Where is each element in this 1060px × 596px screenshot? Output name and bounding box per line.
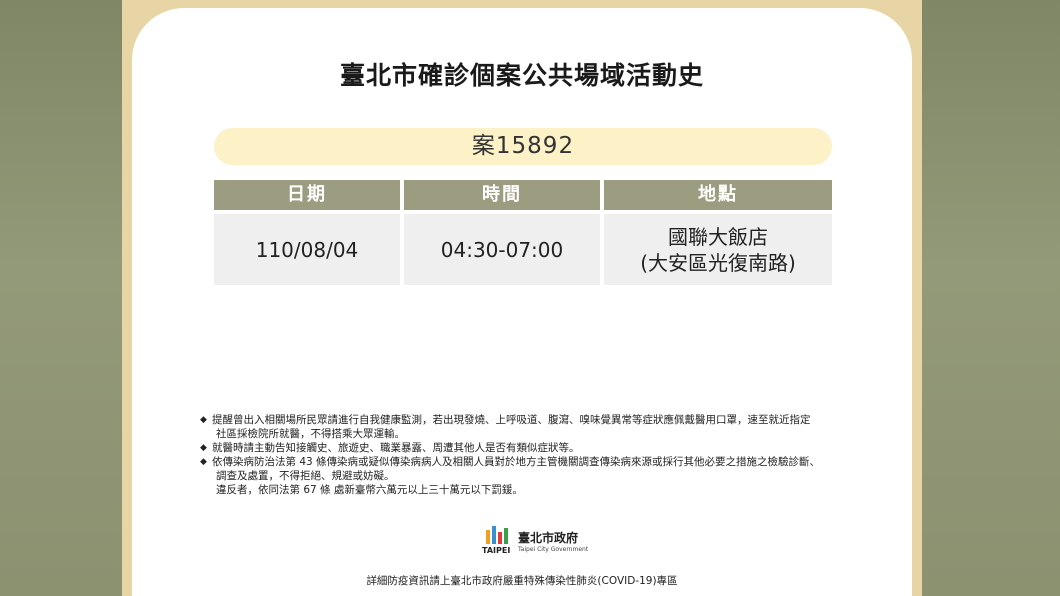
- background-right: [920, 0, 1060, 596]
- cell-place: 國聯大飯店 (大安區光復南路): [604, 214, 832, 285]
- place-name: 國聯大飯店: [668, 224, 768, 249]
- diamond-icon: ◆: [200, 415, 207, 425]
- header-place: 地點: [604, 180, 832, 210]
- activity-table: 日期 時間 地點 110/08/04 04:30-07:00 國聯大飯店 (大安…: [214, 180, 832, 285]
- notice-item: ◆ 就醫時請主動告知接觸史、旅遊史、職業暴露、周遭其他人是否有類似症狀等。: [200, 442, 580, 454]
- cell-date: 110/08/04: [214, 214, 400, 285]
- page-title: 臺北市確診個案公共場域活動史: [339, 61, 704, 90]
- place-district: (大安區光復南路): [640, 250, 796, 275]
- logo-mark-text: TAIPEI: [482, 546, 511, 555]
- notice-item: ◆ 依傳染病防治法第 43 條傳染病或疑似傳染病病人及相關人員對於地方主管機關調…: [200, 456, 821, 468]
- logo-name-zh: 臺北市政府: [518, 531, 579, 545]
- diamond-icon: ◆: [200, 457, 207, 467]
- taipei-city-logo: TAIPEI 臺北市政府 Taipei City Government: [482, 523, 588, 559]
- taipei-logo-icon: TAIPEI: [482, 524, 514, 558]
- cell-time: 04:30-07:00: [404, 214, 600, 285]
- header-date: 日期: [214, 180, 400, 210]
- header-time: 時間: [404, 180, 600, 210]
- diamond-icon: ◆: [200, 443, 207, 453]
- notice-continuation: 違反者，依同法第 67 條 處新臺幣六萬元以上三十萬元以下罰鍰。: [216, 484, 523, 496]
- logo-text: 臺北市政府 Taipei City Government: [518, 529, 588, 553]
- poster-card: 臺北市確診個案公共場域活動史 案15892 日期 時間 地點 110/08/04…: [132, 8, 912, 596]
- notice-list: ◆ 提醒曾出入相關場所民眾請進行自我健康監測，若出現發燒、上呼吸道、腹瀉、嗅味覺…: [200, 413, 900, 497]
- notice-continuation: 社區採檢院所就醫，不得搭乘大眾運輸。: [216, 428, 405, 440]
- time-value: 04:30-07:00: [440, 237, 564, 262]
- poster-frame: 臺北市確診個案公共場域活動史 案15892 日期 時間 地點 110/08/04…: [122, 0, 922, 596]
- footer-note: 詳細防疫資訊請上臺北市政府嚴重特殊傳染性肺炎(COVID-19)專區: [366, 575, 678, 587]
- date-value: 110/08/04: [255, 237, 359, 262]
- notice-continuation: 調查及處置，不得拒絕、規避或妨礙。: [216, 470, 395, 482]
- notice-item: ◆ 提醒曾出入相關場所民眾請進行自我健康監測，若出現發燒、上呼吸道、腹瀉、嗅味覺…: [200, 414, 811, 426]
- background-left: [0, 0, 125, 596]
- logo-name-en: Taipei City Government: [518, 546, 589, 553]
- case-number-badge: 案15892: [214, 128, 832, 165]
